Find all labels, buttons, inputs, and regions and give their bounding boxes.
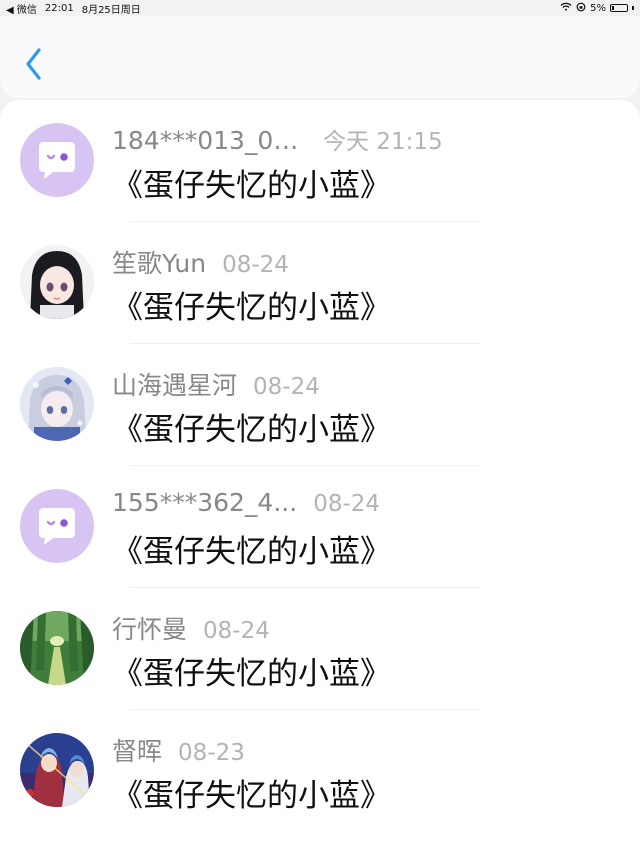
sender-name: 155***362_4... [112,488,298,517]
battery-tip [632,6,634,10]
message-time: 08-23 [178,740,245,766]
message-text: 《蛋仔失忆的小蓝》 [112,412,391,448]
forest-image [20,611,94,685]
anime-girl-avatar[interactable] [20,245,94,319]
sender-name: 督晖 [112,737,163,766]
battery-percent: 5% [590,2,606,14]
anime-girl-avatar[interactable] [20,367,94,441]
status-date: 8月25日周日 [81,4,141,16]
list-item[interactable]: 督晖 08-23 《蛋仔失忆的小蓝》 [0,710,640,832]
item-meta: 184***013_04... 今天 21:15 [112,122,443,156]
lock-rotation-icon [576,2,586,15]
item-meta: 督晖 08-23 [112,732,245,768]
sender-name: 山海遇星河 [112,371,238,400]
battery-icon [610,4,628,12]
message-list: 184***013_04... 今天 21:15 《蛋仔失忆的小蓝》 笙歌Yun… [0,100,640,853]
list-item[interactable]: 行怀曼 08-24 《蛋仔失忆的小蓝》 [0,588,640,710]
navigation-bar [0,16,640,98]
sender-name: 184***013_04... [112,126,307,155]
message-time: 08-24 [253,374,320,400]
sender-name: 行怀曼 [112,615,188,644]
list-item[interactable]: 笙歌Yun 08-24 《蛋仔失忆的小蓝》 [0,222,640,344]
item-meta: 笙歌Yun 08-24 [112,244,289,280]
anime-character-image [20,733,94,807]
status-time: 22:01 [44,2,74,14]
item-meta: 155***362_4... 08-24 [112,488,380,517]
default-chat-avatar[interactable] [20,489,94,563]
default-chat-avatar[interactable] [20,123,94,197]
message-text: 《蛋仔失忆的小蓝》 [112,290,391,326]
anime-girl-image [20,245,94,319]
item-meta: 山海遇星河 08-24 [112,366,320,402]
forest-avatar[interactable] [20,611,94,685]
message-time: 08-24 [313,491,381,517]
chat-bubble-icon [20,489,94,563]
anime-character-avatar[interactable] [20,733,94,807]
message-text: 《蛋仔失忆的小蓝》 [112,778,391,814]
wifi-icon [560,2,572,14]
status-bar: ◀ 微信 22:01 8月25日周日 5% [0,0,640,16]
anime-girl-image [20,367,94,441]
message-time: 08-24 [222,252,289,278]
message-time: 今天 21:15 [323,129,443,155]
back-to-app-link[interactable]: ◀ 微信 [6,1,37,16]
item-meta: 行怀曼 08-24 [112,610,270,646]
list-item[interactable]: 山海遇星河 08-24 《蛋仔失忆的小蓝》 [0,344,640,466]
sender-name: 笙歌Yun [112,249,207,278]
back-button[interactable] [20,44,50,84]
list-item[interactable]: 155***362_4... 08-24 《蛋仔失忆的小蓝》 [0,466,640,588]
message-text: 《蛋仔失忆的小蓝》 [112,168,391,204]
chevron-left-icon [26,48,41,80]
message-time: 08-24 [203,618,270,644]
list-item[interactable]: 184***013_04... 今天 21:15 《蛋仔失忆的小蓝》 [0,100,640,222]
message-text: 《蛋仔失忆的小蓝》 [112,534,391,570]
chat-bubble-icon [20,123,94,197]
message-text: 《蛋仔失忆的小蓝》 [112,656,391,692]
